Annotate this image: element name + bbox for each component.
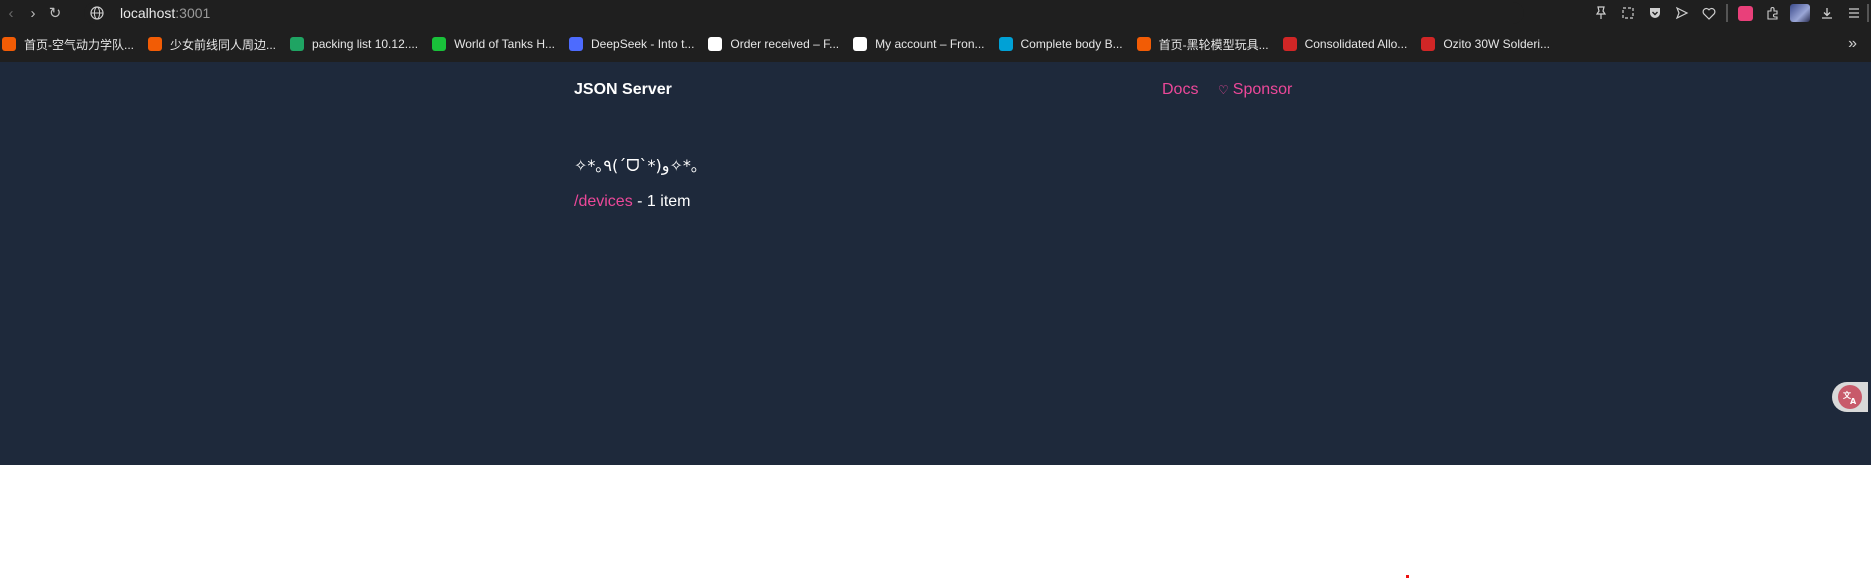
svg-text:A: A — [1850, 397, 1857, 405]
bookmark-item[interactable]: 首页-黑轮模型玩具... — [1135, 30, 1277, 58]
globe-icon — [88, 4, 106, 22]
bookmark-label: DeepSeek - Into t... — [591, 37, 695, 51]
bookmark-item[interactable]: Ozito 30W Solderi... — [1419, 30, 1558, 58]
bookmark-item[interactable]: My account – Fron... — [851, 30, 992, 58]
back-button[interactable]: ‹ — [0, 0, 22, 26]
bookmark-favicon-icon — [148, 37, 162, 51]
bookmark-label: Complete body B... — [1020, 37, 1123, 51]
resource-list-item: /devices - 1 item — [574, 193, 691, 211]
devices-resource-link[interactable]: /devices — [574, 193, 633, 210]
reload-button[interactable]: ↻ — [44, 0, 66, 26]
profile-avatar[interactable] — [1786, 0, 1813, 26]
bookmark-label: Consolidated Allo... — [1304, 37, 1408, 51]
pocket-icon[interactable] — [1641, 0, 1668, 26]
bookmark-favicon-icon — [708, 37, 723, 51]
bookmark-label: 少女前线同人周边... — [170, 37, 277, 52]
translate-icon: 文A — [1838, 385, 1862, 409]
extensions-icon[interactable] — [1759, 0, 1786, 26]
bookmark-item[interactable]: World of Tanks H... — [430, 30, 563, 58]
bookmark-favicon-icon — [998, 37, 1013, 51]
bookmark-favicon-icon — [1421, 37, 1436, 51]
bookmark-label: Order received – F... — [730, 37, 840, 51]
menu-icon[interactable] — [1840, 0, 1867, 26]
bookmark-favicon-icon — [1136, 37, 1151, 51]
send-icon[interactable] — [1668, 0, 1695, 26]
bookmark-item[interactable]: packing list 10.12.... — [288, 30, 426, 58]
floating-translate-button[interactable]: 文A — [1832, 382, 1868, 412]
sponsor-link[interactable]: ♡ Sponsor — [1218, 81, 1292, 99]
bookmark-favicon-icon — [2, 37, 16, 51]
bookmark-label: 首页-黑轮模型玩具... — [1158, 37, 1269, 52]
browser-toolbar: ‹ › ↻ localhost:3001 — [0, 0, 1871, 26]
bookmark-label: Ozito 30W Solderi... — [1443, 37, 1551, 51]
json-server-page: JSON Server Docs ♡ Sponsor ✧*｡٩(ˊᗜˋ*)و✧*… — [0, 62, 1871, 465]
url-text: localhost:3001 — [120, 5, 211, 21]
docs-link[interactable]: Docs — [1162, 81, 1198, 99]
download-icon[interactable] — [1813, 0, 1840, 26]
bookmark-favicon-icon — [569, 37, 584, 51]
bookmark-item[interactable]: Complete body B... — [997, 30, 1131, 58]
bookmark-favicon-icon — [290, 37, 305, 51]
bookmark-item[interactable]: 少女前线同人周边... — [146, 30, 284, 58]
translate-ext-icon[interactable] — [1732, 0, 1759, 26]
bookmarks-overflow-icon[interactable]: » — [1848, 26, 1857, 62]
resource-count: - 1 item — [632, 193, 691, 210]
address-bar[interactable]: localhost:3001 — [84, 2, 1524, 24]
heart-icon[interactable] — [1695, 0, 1722, 26]
bookmarks-bar: 首页-空气动力学队... 少女前线同人周边... packing list 10.1… — [0, 26, 1871, 62]
bookmark-label: World of Tanks H... — [454, 37, 556, 51]
kaomoji-heading: ✧*｡٩(ˊᗜˋ*)و✧*｡ — [574, 156, 699, 175]
bookmark-item[interactable]: 首页-空气动力学队... — [0, 30, 142, 58]
brand-title: JSON Server — [574, 81, 672, 98]
bookmark-favicon-icon — [432, 37, 447, 51]
bookmark-label: packing list 10.12.... — [312, 37, 419, 51]
toolbar-divider — [1726, 4, 1728, 22]
bookmark-label: My account – Fron... — [875, 37, 985, 51]
sponsor-label: Sponsor — [1232, 81, 1293, 98]
bookmark-item[interactable]: DeepSeek - Into t... — [567, 30, 702, 58]
bookmark-label: 首页-空气动力学队... — [24, 37, 134, 52]
cursor-dot — [1406, 575, 1409, 578]
bookmark-item[interactable]: Consolidated Allo... — [1281, 30, 1416, 58]
bookmark-favicon-icon — [853, 37, 868, 51]
heart-outline-icon: ♡ — [1218, 83, 1229, 97]
bookmark-item[interactable]: Order received – F... — [706, 30, 847, 58]
toolbar-divider — [1867, 4, 1869, 22]
screenshot-icon[interactable] — [1614, 0, 1641, 26]
pin-icon[interactable] — [1587, 0, 1614, 26]
forward-button[interactable]: › — [22, 0, 44, 26]
bookmark-favicon-icon — [1282, 37, 1297, 51]
